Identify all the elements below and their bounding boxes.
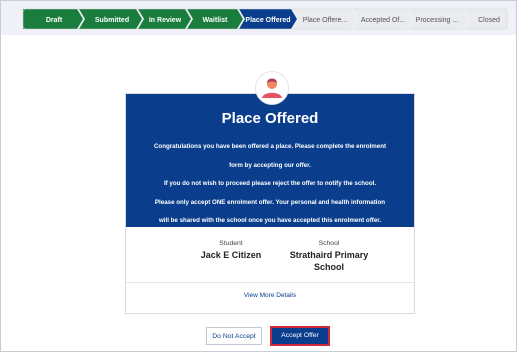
student-name: Jack E Citizen (200, 250, 262, 260)
offer-message: Congratulations you have been offered a … (132, 138, 408, 231)
view-more-details-link[interactable]: View More Details (126, 292, 414, 299)
person-icon (255, 71, 289, 105)
school-name-line-1: Strathaird Primary (289, 250, 369, 260)
step-label-waitlist: Waitlist (203, 17, 228, 24)
student-column: Student Jack E Citizen (186, 240, 276, 261)
do-not-accept-button[interactable]: Do Not Accept (206, 327, 262, 345)
step-label-submitted: Submitted (95, 17, 129, 24)
message-line: Please only accept ONE enrolment offer. … (154, 198, 386, 206)
progress-steps: Draft Submitted In Review Waitlist Place… (22, 8, 508, 30)
step-label-in-review: In Review (149, 17, 182, 24)
place-offered-card: Place Offered Congratulations you have b… (125, 93, 415, 314)
step-label-place-offered-2: Place Offere... (303, 17, 348, 24)
school-column: School Strathaird Primary School (274, 240, 384, 273)
step-label-draft: Draft (46, 17, 63, 24)
school-name-line-2: School (313, 262, 344, 272)
message-line: form by accepting our offer. (229, 161, 311, 169)
step-label-closed: Closed (478, 17, 500, 24)
message-line: Congratulations you have been offered a … (153, 143, 387, 150)
school-name: Strathaird Primary School (274, 249, 384, 273)
accept-offer-button[interactable]: Accept Offer (270, 326, 330, 346)
step-label-processing: Processing ... (416, 17, 458, 24)
offer-info: Student Jack E Citizen School Strathaird… (126, 228, 414, 283)
application-frame: Draft Submitted In Review Waitlist Place… (0, 0, 517, 352)
step-label-place-offered: Place Offered (245, 17, 290, 24)
card-title: Place Offered (221, 110, 319, 127)
message-line: If you do not wish to proceed please rej… (163, 180, 377, 187)
school-label: School (318, 240, 340, 247)
student-label: Student (219, 240, 243, 247)
step-label-accepted: Accepted Of... (361, 17, 405, 24)
card-header: Place Offered Congratulations you have b… (126, 94, 414, 227)
